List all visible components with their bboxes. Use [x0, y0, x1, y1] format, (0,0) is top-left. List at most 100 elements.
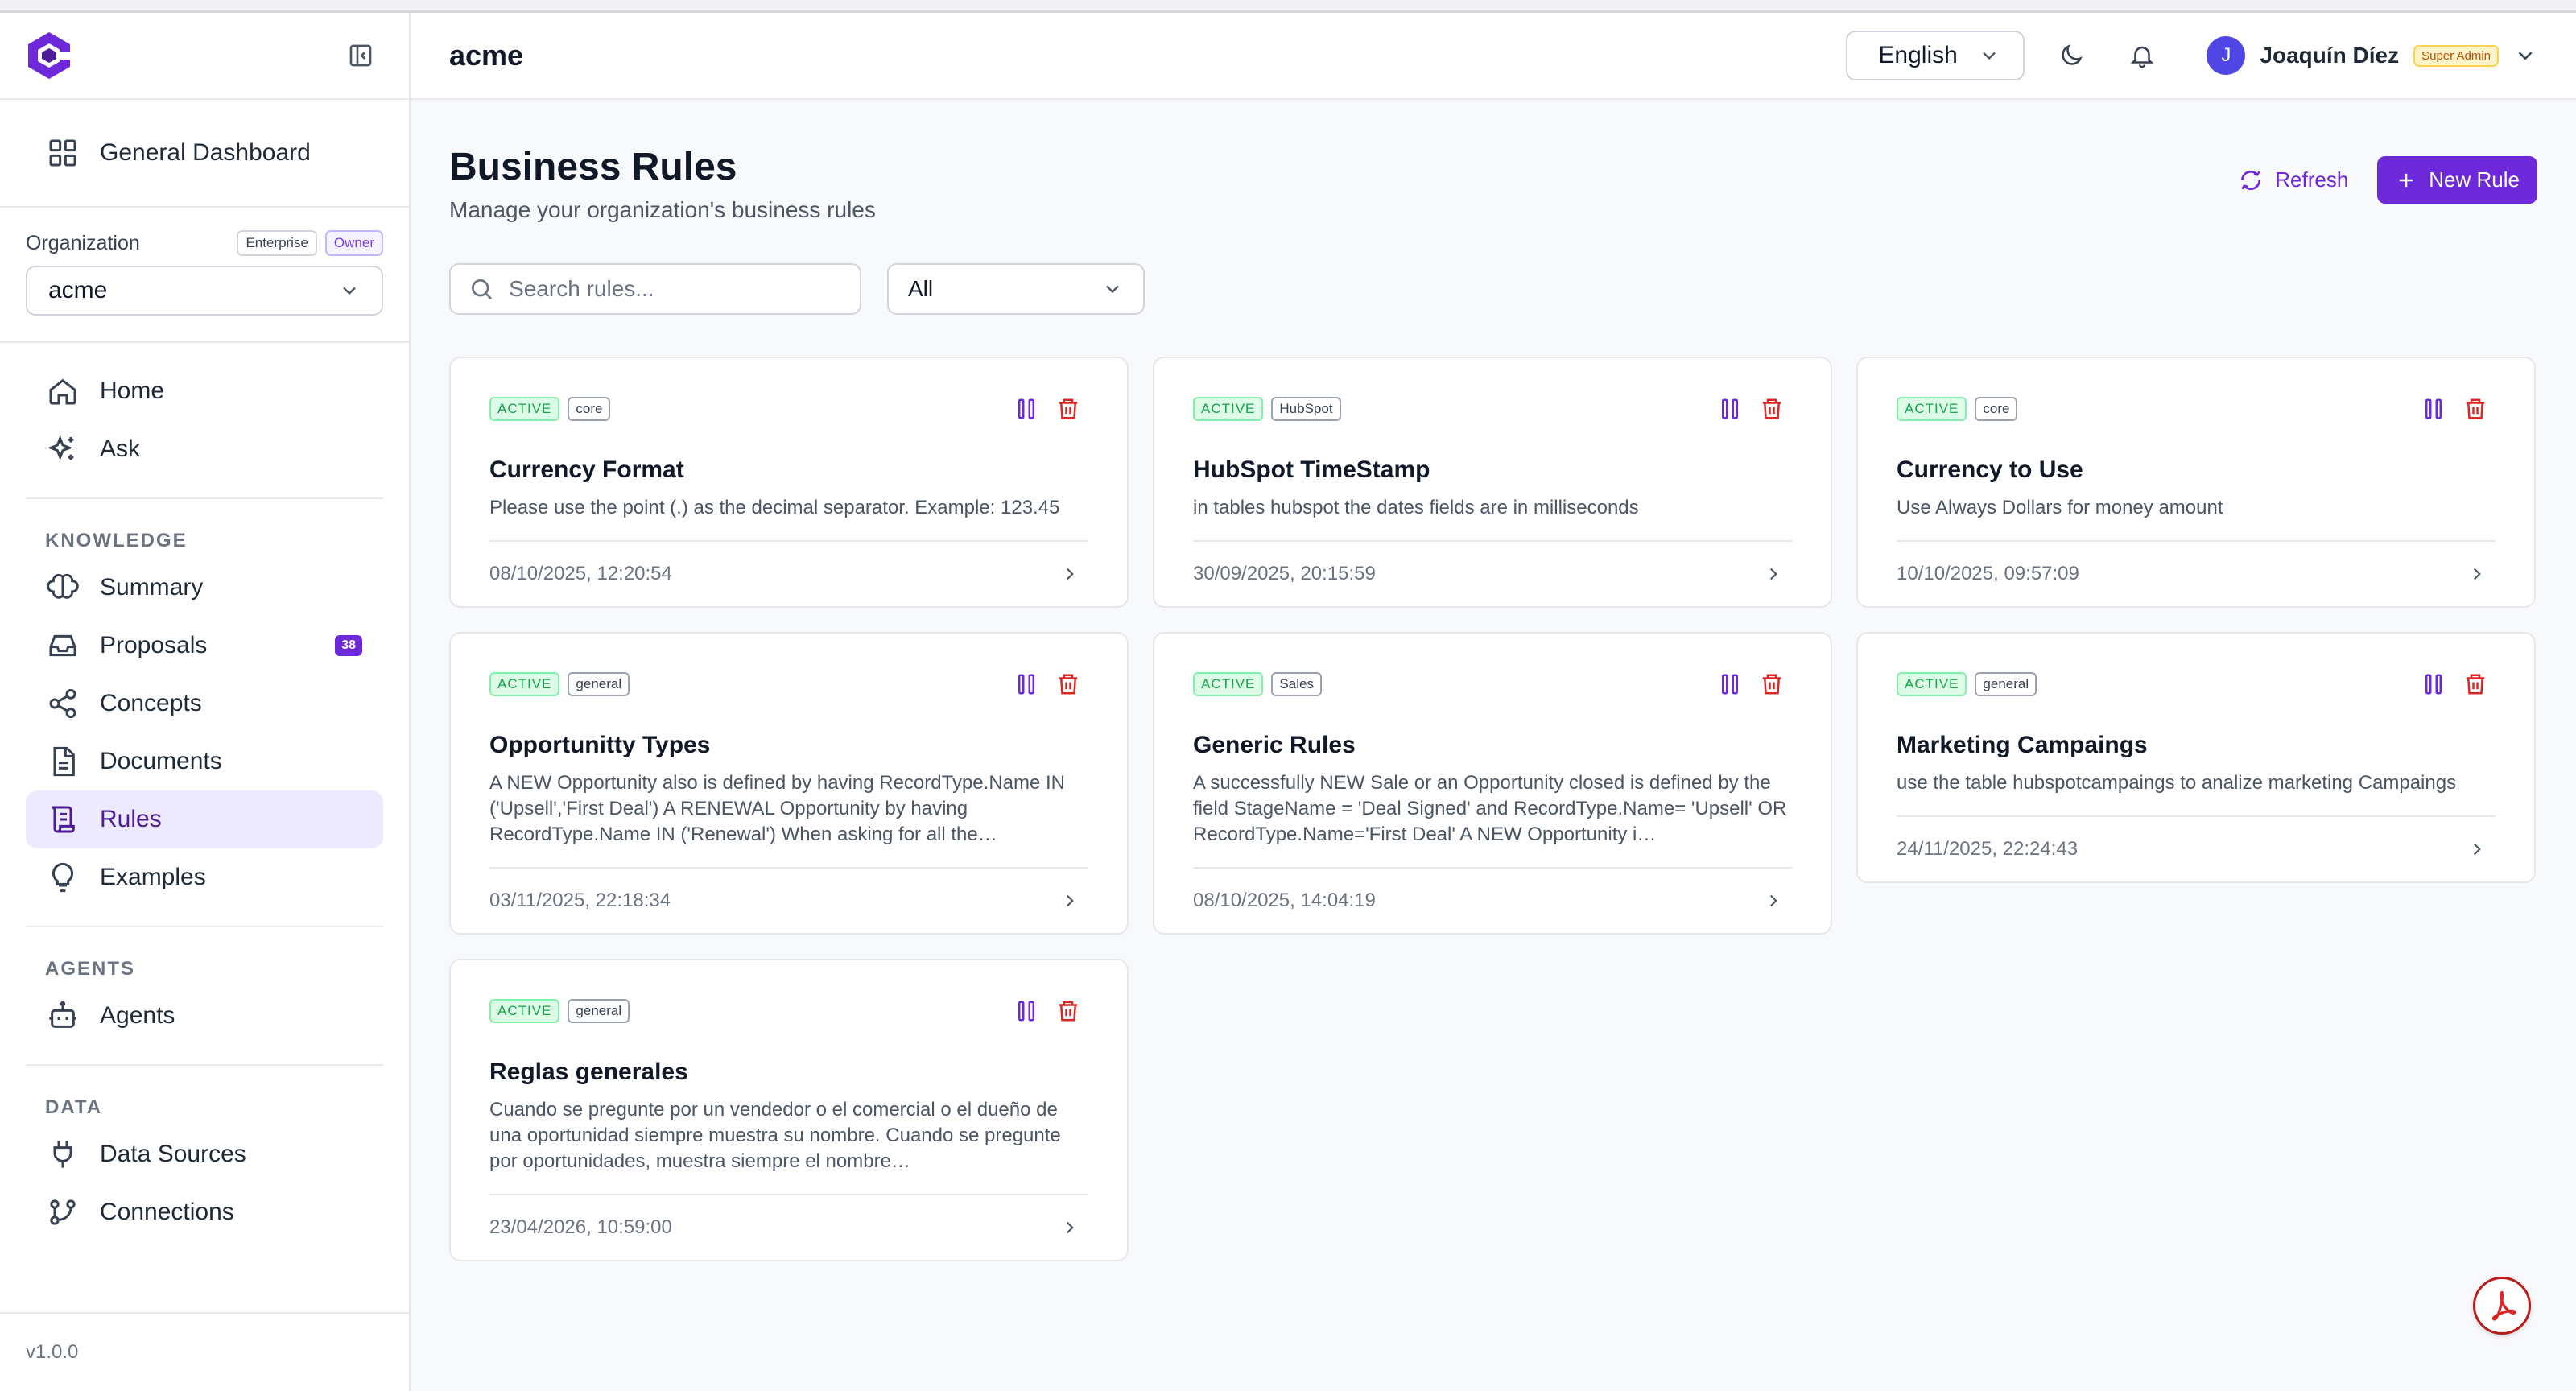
sidebar: General Dashboard Organization Enterpris…	[0, 13, 411, 1391]
user-name: Joaquín Díez	[2260, 43, 2400, 68]
pause-button[interactable]	[2421, 672, 2446, 696]
rule-title: Currency Format	[489, 456, 684, 483]
notifications-button[interactable]	[2118, 31, 2166, 80]
organization-select[interactable]: acme	[26, 266, 383, 316]
bot-icon	[49, 1001, 76, 1028]
rule-card[interactable]: ACTIVE core Currency to Use Use Always D…	[1856, 357, 2536, 608]
user-menu[interactable]: J Joaquín Díez Super Admin	[2207, 36, 2537, 75]
collapse-sidebar-button[interactable]	[345, 39, 377, 72]
pause-button[interactable]	[1014, 999, 1038, 1023]
sidebar-item-proposals[interactable]: Proposals 38	[26, 617, 383, 675]
bell-icon	[2130, 46, 2154, 68]
sidebar-item-home[interactable]: Home	[26, 362, 383, 420]
sidebar-item-label: Home	[100, 378, 165, 404]
status-badge: ACTIVE	[489, 999, 560, 1023]
chevron-right-icon	[1066, 894, 1074, 907]
chevron-down-icon	[343, 287, 356, 295]
page-title: Business Rules	[449, 146, 737, 188]
rule-card[interactable]: ACTIVE core Currency Format Please use t…	[449, 357, 1129, 608]
trash-icon	[1059, 1001, 1078, 1022]
rule-date: 30/09/2025, 20:15:59	[1193, 563, 1376, 584]
pdf-icon	[2491, 1290, 2516, 1321]
sidebar-item-label: Connections	[100, 1199, 234, 1225]
grid-icon	[49, 139, 76, 167]
sparkles-icon	[47, 435, 74, 461]
rule-card[interactable]: ACTIVE general Opportunitty Types A NEW …	[449, 632, 1129, 935]
delete-button[interactable]	[1056, 672, 1080, 696]
new-rule-label: New Rule	[2429, 167, 2520, 192]
browser-top-bar	[0, 0, 2576, 13]
sidebar-item-summary[interactable]: Summary	[26, 559, 383, 617]
chevron-right-icon	[1769, 894, 1777, 907]
main-content: Business Rules Manage your organization'…	[411, 100, 2576, 1391]
category-badge: HubSpot	[1271, 397, 1341, 421]
pause-icon	[1722, 674, 1738, 695]
chevron-right-icon	[1066, 1221, 1074, 1234]
new-rule-button[interactable]: New Rule	[2377, 156, 2537, 204]
filters-bar: All	[449, 263, 2537, 315]
rule-card[interactable]: ACTIVE Sales Generic Rules A successfull…	[1153, 632, 1832, 935]
plug-icon	[53, 1141, 72, 1168]
search-input[interactable]	[509, 276, 842, 302]
category-badge: core	[1975, 397, 2018, 421]
delete-button[interactable]	[2463, 397, 2487, 421]
delete-button[interactable]	[1056, 999, 1080, 1023]
rule-date: 24/11/2025, 22:24:43	[1897, 838, 2079, 860]
sidebar-item-label: Rules	[100, 806, 162, 832]
sidebar-item-agents[interactable]: Agents	[26, 987, 383, 1045]
rule-card[interactable]: ACTIVE general Reglas generales Cuando s…	[449, 959, 1129, 1261]
sidebar-item-examples[interactable]: Examples	[26, 848, 383, 906]
plan-badge: Enterprise	[237, 230, 317, 256]
pause-button[interactable]	[1014, 397, 1038, 421]
category-badge: general	[568, 999, 630, 1023]
proposals-count-badge: 38	[335, 635, 362, 656]
rule-card[interactable]: ACTIVE general Marketing Campaings use t…	[1856, 632, 2536, 883]
pause-icon	[1018, 1001, 1034, 1022]
category-badge: general	[1975, 672, 2037, 696]
delete-button[interactable]	[1760, 397, 1784, 421]
user-role-badge: Super Admin	[2413, 44, 2499, 67]
status-badge: ACTIVE	[489, 397, 560, 421]
rule-description: Cuando se pregunte por un vendedor o el …	[489, 1099, 1061, 1172]
header-title: acme	[449, 39, 524, 72]
rule-date: 08/10/2025, 12:20:54	[489, 563, 672, 584]
rule-card[interactable]: ACTIVE HubSpot HubSpot TimeStamp in tabl…	[1153, 357, 1832, 608]
theme-toggle-button[interactable]	[2047, 31, 2095, 80]
moon-icon	[2062, 44, 2083, 65]
sidebar-item-documents[interactable]: Documents	[26, 733, 383, 790]
pause-icon	[1018, 674, 1034, 695]
top-header: acme English J Joaquín Díez Super Admin	[411, 13, 2576, 100]
pdf-extension-button[interactable]	[2473, 1277, 2531, 1335]
trash-icon	[1059, 398, 1078, 419]
chevron-right-icon	[2473, 568, 2481, 580]
sidebar-item-data-sources[interactable]: Data Sources	[26, 1125, 383, 1183]
category-badge: general	[568, 672, 630, 696]
rule-date: 23/04/2026, 10:59:00	[489, 1216, 672, 1238]
organization-label: Organization	[26, 231, 140, 254]
home-icon	[49, 378, 76, 405]
sidebar-item-rules[interactable]: Rules	[26, 790, 383, 848]
sidebar-item-ask[interactable]: Ask	[26, 420, 383, 478]
sidebar-item-concepts[interactable]: Concepts	[26, 675, 383, 733]
category-badge: core	[568, 397, 611, 421]
pause-button[interactable]	[2421, 397, 2446, 421]
sidebar-item-general-dashboard[interactable]: General Dashboard	[26, 124, 383, 182]
status-badge: ACTIVE	[1897, 397, 1967, 421]
status-filter-select[interactable]: All	[887, 263, 1145, 315]
delete-button[interactable]	[2463, 672, 2487, 696]
app-logo[interactable]	[24, 31, 74, 80]
pause-icon	[2425, 674, 2442, 695]
delete-button[interactable]	[1056, 397, 1080, 421]
sidebar-item-connections[interactable]: Connections	[26, 1183, 383, 1241]
pause-button[interactable]	[1718, 672, 1742, 696]
language-select[interactable]: English	[1846, 31, 2025, 80]
pause-button[interactable]	[1014, 672, 1038, 696]
brain-icon	[47, 573, 79, 599]
delete-button[interactable]	[1760, 672, 1784, 696]
rule-description: use the table hubspotcampaings to analiz…	[1897, 772, 2457, 794]
chevron-down-icon	[1106, 285, 1119, 294]
refresh-button[interactable]: Refresh	[2227, 158, 2359, 203]
pause-button[interactable]	[1718, 397, 1742, 421]
pause-icon	[1018, 398, 1034, 419]
sidebar-item-label: Documents	[100, 748, 222, 774]
